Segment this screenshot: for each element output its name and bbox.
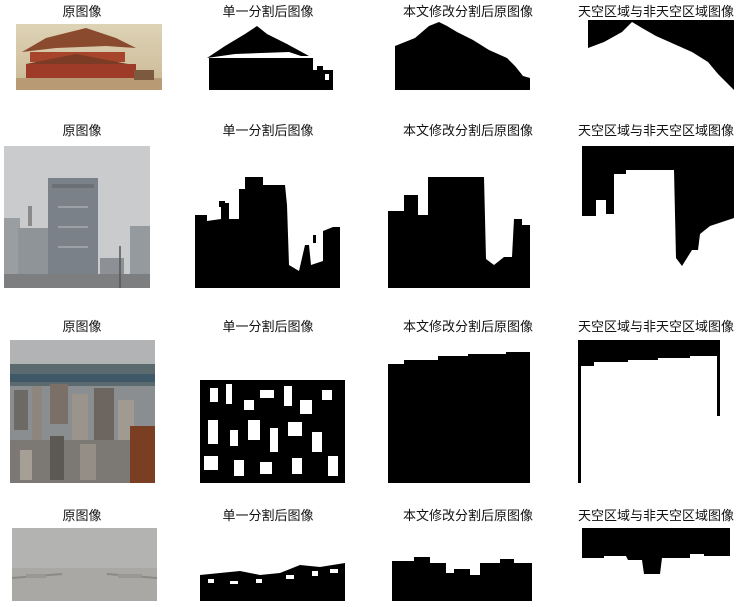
row4-sky-image xyxy=(582,528,730,601)
row4-original-label: 原图像 xyxy=(62,509,102,524)
row1-modified-seg-image xyxy=(395,20,530,90)
row2-sky-label: 天空区域与非天空区域图像 xyxy=(577,124,735,139)
row3-single-seg-label: 单一分割后图像 xyxy=(222,320,314,335)
row1-sky-image xyxy=(588,20,734,90)
row2-modified-seg-image xyxy=(388,175,530,288)
row4-modified-seg-image xyxy=(392,555,532,601)
row1-original-label: 原图像 xyxy=(62,5,102,20)
row2-original-image xyxy=(4,146,150,288)
row2-modified-seg-label: 本文修改分割后原图像 xyxy=(402,124,534,139)
row2-single-seg-image xyxy=(195,175,340,288)
row1-single-seg-label: 单一分割后图像 xyxy=(222,5,314,20)
row3-sky-label: 天空区域与非天空区域图像 xyxy=(577,320,735,335)
row3-modified-seg-image xyxy=(388,350,530,483)
row2-original-label: 原图像 xyxy=(62,124,102,139)
row4-sky-label: 天空区域与非天空区域图像 xyxy=(577,509,735,524)
row2-single-seg-label: 单一分割后图像 xyxy=(222,124,314,139)
row3-modified-seg-label: 本文修改分割后原图像 xyxy=(402,320,534,335)
row4-single-seg-label: 单一分割后图像 xyxy=(222,509,314,524)
row3-sky-image xyxy=(578,340,720,483)
row4-original-image xyxy=(12,528,157,601)
row3-single-seg-image xyxy=(200,360,345,483)
row1-original-image xyxy=(16,24,162,90)
row3-original-image xyxy=(10,340,155,483)
row1-sky-label: 天空区域与非天空区域图像 xyxy=(577,5,735,20)
row1-single-seg-image xyxy=(205,24,333,90)
row4-modified-seg-label: 本文修改分割后原图像 xyxy=(402,509,534,524)
row3-original-label: 原图像 xyxy=(62,320,102,335)
row4-single-seg-image xyxy=(200,545,345,601)
row2-sky-image xyxy=(582,146,734,288)
row1-modified-seg-label: 本文修改分割后原图像 xyxy=(402,5,534,20)
